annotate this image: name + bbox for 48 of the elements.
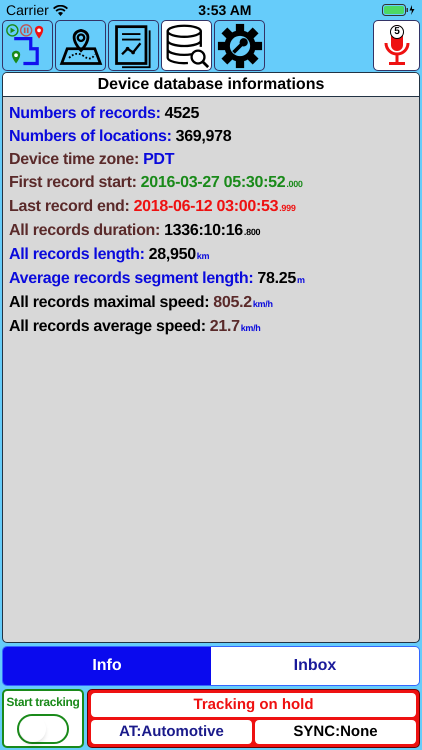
count-badge: 5 bbox=[390, 25, 404, 39]
toolbar-button[interactable] bbox=[2, 20, 53, 71]
tab[interactable]: Inbox bbox=[211, 647, 419, 685]
tab[interactable]: Info bbox=[3, 647, 211, 685]
record-unit: km bbox=[196, 250, 210, 263]
record-unit: .000 bbox=[286, 178, 303, 191]
record-unit: m bbox=[296, 274, 305, 287]
battery-icon bbox=[382, 4, 416, 16]
sync-text: SYNC:None bbox=[255, 720, 416, 744]
record-unit: km/h bbox=[252, 298, 273, 311]
record-unit: .999 bbox=[279, 202, 296, 215]
record-value: 78.25 bbox=[257, 269, 296, 289]
database-search-icon bbox=[164, 22, 210, 68]
record-value: 2018-06-12 03:00:53 bbox=[134, 197, 278, 217]
record-label: First record start: bbox=[9, 173, 137, 193]
activity-text: AT:Automotive bbox=[91, 720, 252, 744]
record-value: 21.7 bbox=[210, 317, 240, 337]
record-value: 369,978 bbox=[176, 127, 232, 147]
toggle-label: Start tracking bbox=[6, 694, 80, 711]
carrier-label: Carrier bbox=[6, 0, 49, 20]
record-label: Last record end: bbox=[9, 197, 130, 217]
record-value: 1336:10:16 bbox=[164, 221, 243, 241]
toolbar-button[interactable] bbox=[108, 20, 159, 71]
record-label: Average records segment length: bbox=[9, 269, 254, 289]
microphone-button[interactable]: 5 bbox=[373, 20, 420, 71]
record-label: All records duration: bbox=[9, 221, 160, 241]
record-value: 4525 bbox=[164, 104, 200, 124]
toolbar-button[interactable] bbox=[214, 20, 265, 71]
panel-title: Device database informations bbox=[3, 73, 419, 97]
record-label: All records maximal speed: bbox=[9, 293, 210, 313]
toggle-switch[interactable] bbox=[17, 714, 69, 744]
gear-wrench-icon bbox=[216, 22, 262, 68]
record-label: Device time zone: bbox=[9, 150, 140, 170]
record-value: PDT bbox=[143, 150, 174, 170]
toolbar-button[interactable] bbox=[161, 20, 212, 71]
record-value: 2016-03-27 05:30:52 bbox=[140, 173, 286, 193]
wifi-icon bbox=[52, 4, 68, 16]
clock-time: 3:53 AM bbox=[198, 0, 252, 20]
toolbar-button[interactable] bbox=[55, 20, 106, 71]
status-text: Tracking on hold bbox=[91, 693, 416, 717]
record-value: 805.2 bbox=[213, 293, 252, 313]
record-label: All records length: bbox=[9, 245, 145, 265]
record-label: Numbers of records: bbox=[9, 104, 161, 124]
record-label: All records average speed: bbox=[9, 317, 206, 337]
record-label: Numbers of locations: bbox=[9, 127, 172, 147]
record-value: 28,950 bbox=[148, 245, 196, 265]
record-unit: .800 bbox=[244, 226, 260, 239]
record-unit: km/h bbox=[240, 322, 261, 335]
